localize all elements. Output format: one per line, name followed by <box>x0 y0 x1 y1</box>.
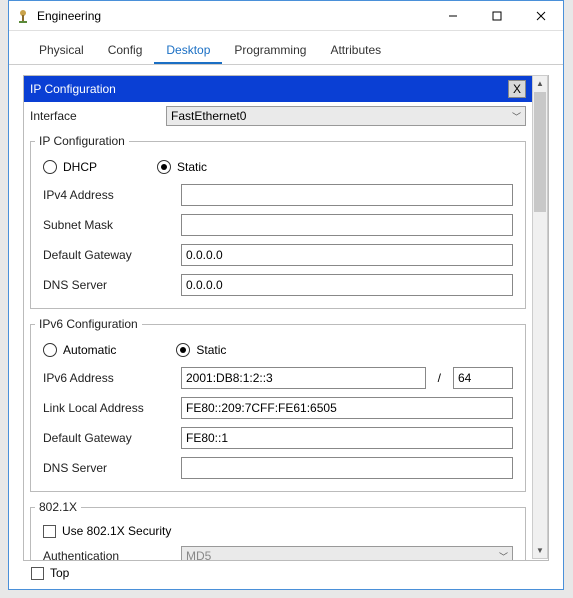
maximize-button[interactable] <box>475 2 519 30</box>
ipv6-group: IPv6 Configuration Automatic Static IPv6… <box>30 317 526 492</box>
panel-title: IP Configuration <box>30 82 116 96</box>
ipv4-mask-label: Subnet Mask <box>43 218 173 232</box>
dot1x-auth-select[interactable]: MD5 ﹀ <box>181 546 513 561</box>
interface-row: Interface FastEthernet0 ﹀ <box>24 102 532 130</box>
scroll-up-icon[interactable]: ▲ <box>533 76 547 91</box>
interface-value: FastEthernet0 <box>171 109 246 123</box>
ipv4-addr-input[interactable] <box>181 184 513 206</box>
ipv4-legend: IP Configuration <box>35 134 129 148</box>
bottom-bar: Top <box>23 561 549 585</box>
ipv4-addr-label: IPv4 Address <box>43 188 173 202</box>
chevron-down-icon: ﹀ <box>499 550 508 562</box>
interface-label: Interface <box>30 109 160 123</box>
ipv4-dhcp-radio[interactable]: DHCP <box>43 160 97 174</box>
titlebar[interactable]: Engineering <box>9 1 563 31</box>
scroll-thumb[interactable] <box>534 92 546 212</box>
ipv6-prefix-slash: / <box>434 371 445 385</box>
panel-scroll: IP Configuration X Interface FastEtherne… <box>23 75 549 561</box>
dot1x-group: 802.1X Use 802.1X Security Authenticatio… <box>30 500 526 561</box>
close-button[interactable] <box>519 2 563 30</box>
scroll-down-icon[interactable]: ▼ <box>533 543 547 558</box>
ipv6-dns-label: DNS Server <box>43 461 173 475</box>
tab-bar: Physical Config Desktop Programming Attr… <box>9 31 563 65</box>
content-area: IP Configuration X Interface FastEtherne… <box>9 65 563 561</box>
ipv6-addr-label: IPv6 Address <box>43 371 173 385</box>
ipv6-legend: IPv6 Configuration <box>35 317 142 331</box>
ipv6-gw-label: Default Gateway <box>43 431 173 445</box>
tab-physical[interactable]: Physical <box>27 37 96 64</box>
ipv4-mask-input[interactable] <box>181 214 513 236</box>
tab-programming[interactable]: Programming <box>222 37 318 64</box>
interface-select[interactable]: FastEthernet0 ﹀ <box>166 106 526 126</box>
ipv4-gw-input[interactable] <box>181 244 513 266</box>
ipv4-dns-label: DNS Server <box>43 278 173 292</box>
panel-close-button[interactable]: X <box>508 80 526 98</box>
app-window: Engineering Physical Config Desktop Prog… <box>8 0 564 590</box>
app-icon <box>15 8 31 24</box>
ipv6-prefix-input[interactable] <box>453 367 513 389</box>
top-checkbox[interactable]: Top <box>23 562 77 584</box>
ipv4-dns-input[interactable] <box>181 274 513 296</box>
tab-config[interactable]: Config <box>96 37 155 64</box>
ipv6-ll-input[interactable] <box>181 397 513 419</box>
ipv6-auto-radio[interactable]: Automatic <box>43 343 116 357</box>
ipv4-group: IP Configuration DHCP Static IPv4 Addres… <box>30 134 526 309</box>
tab-desktop[interactable]: Desktop <box>154 37 222 64</box>
window-title: Engineering <box>37 9 431 23</box>
tab-attributes[interactable]: Attributes <box>318 37 393 64</box>
panel-header: IP Configuration X <box>24 76 532 102</box>
ipv6-addr-input[interactable] <box>181 367 426 389</box>
ipv6-dns-input[interactable] <box>181 457 513 479</box>
ipv6-gw-input[interactable] <box>181 427 513 449</box>
ipv6-ll-label: Link Local Address <box>43 401 173 415</box>
dot1x-enable-checkbox[interactable]: Use 802.1X Security <box>35 520 521 542</box>
vertical-scrollbar[interactable]: ▲ ▼ <box>532 75 548 559</box>
dot1x-auth-label: Authentication <box>43 549 173 561</box>
ipv6-static-radio[interactable]: Static <box>176 343 226 357</box>
ipv4-gw-label: Default Gateway <box>43 248 173 262</box>
dot1x-legend: 802.1X <box>35 500 81 514</box>
ipv4-static-radio[interactable]: Static <box>157 160 207 174</box>
minimize-button[interactable] <box>431 2 475 30</box>
chevron-down-icon: ﹀ <box>512 110 521 123</box>
